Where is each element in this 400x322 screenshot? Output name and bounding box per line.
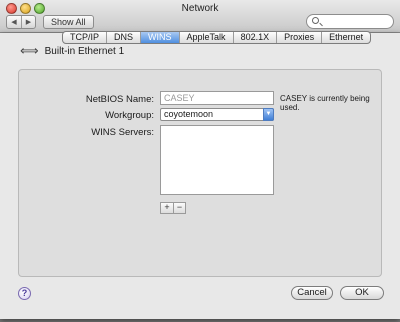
forward-button[interactable]: ▶ [21,16,35,28]
tab-bar: TCP/IP DNS WINS AppleTalk 802.1X Proxies… [62,31,372,44]
tab-8021x[interactable]: 802.1X [232,32,277,43]
tab-ethernet[interactable]: Ethernet [321,32,370,43]
tab-appletalk[interactable]: AppleTalk [178,32,233,43]
tab-wins[interactable]: WINS [140,32,179,43]
help-button[interactable]: ? [18,287,31,300]
chevron-down-icon[interactable]: ▼ [263,108,274,121]
window-title: Network [181,3,219,14]
netbios-name-label: NetBIOS Name: [85,94,154,105]
back-forward-control: ◀ ▶ [6,15,36,29]
tab-dns[interactable]: DNS [106,32,140,43]
tab-tcpip[interactable]: TCP/IP [63,32,106,43]
cancel-button[interactable]: Cancel [291,286,333,300]
ethernet-arrows-icon: ⟺ [20,44,39,59]
interface-header: ⟺ Built-in Ethernet 1 [20,44,124,59]
wins-servers-label: WINS Servers: [91,127,154,138]
wins-servers-list[interactable] [160,125,274,195]
netbios-status-note: CASEY is currently being used. [280,94,370,112]
search-icon [312,17,319,24]
workgroup-combo[interactable]: coyotemoon ▼ [160,108,274,121]
workgroup-value: coyotemoon [164,109,214,119]
add-remove-control: + − [160,202,186,214]
show-all-button[interactable]: Show All [43,15,94,29]
back-button[interactable]: ◀ [7,16,21,28]
netbios-name-field[interactable]: CASEY [160,91,274,105]
workgroup-label: Workgroup: [105,110,154,121]
title-bar: Network ◀ ▶ Show All [0,0,400,33]
remove-server-button[interactable]: − [173,203,185,213]
tab-proxies[interactable]: Proxies [276,32,321,43]
interface-name: Built-in Ethernet 1 [44,46,125,57]
search-field[interactable] [306,14,394,29]
ok-button[interactable]: OK [340,286,384,300]
add-server-button[interactable]: + [161,203,173,213]
